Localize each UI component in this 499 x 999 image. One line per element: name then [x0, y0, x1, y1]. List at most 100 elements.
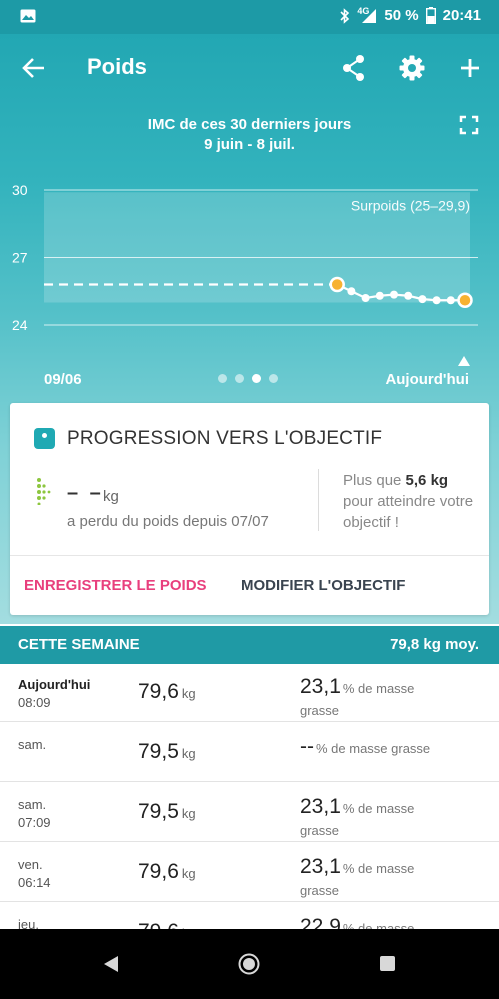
week-section-header: CETTE SEMAINE 79,8 kg moy.: [0, 626, 499, 664]
weight-entries-list[interactable]: Aujourd'hui 08:09 79,6 kg 23,1% de masse gra…: [0, 664, 499, 929]
data-point: [390, 290, 398, 299]
entry-weight: 79,6kg: [138, 860, 196, 884]
fullscreen-icon[interactable]: [459, 115, 479, 135]
image-notification-icon: [20, 9, 36, 23]
goal-amount: 5,6 kg: [405, 472, 449, 489]
entry-weight: 79,5 kg: [138, 800, 196, 824]
goal-prefix: Plus que: [343, 472, 406, 489]
entry-time: 08:09: [18, 695, 51, 710]
page-dot[interactable]: [218, 374, 227, 383]
entry-fat-value: 23,1: [300, 675, 341, 698]
highlighted-data-point: [457, 292, 473, 308]
entry-body-fat: 23,1% de masse grasse: [300, 855, 440, 901]
entry-weight-value: 79,6: [138, 680, 179, 703]
entry-weight: 79,5 kg: [138, 740, 196, 764]
clock: 20:41: [442, 7, 481, 24]
page-dot[interactable]: [269, 374, 278, 383]
goal-suffix: pour atteindre votre objectif !: [343, 493, 474, 531]
goal-progress-card: PROGRESSION VERS L'OBJECTIF – – kg a per…: [10, 403, 489, 615]
table-row[interactable]: sam. 07:09 79,5 kg 23,1% de masse grasse: [0, 784, 499, 842]
week-title: CETTE SEMAINE: [18, 636, 140, 653]
system-navigation-bar: [0, 929, 499, 999]
entry-fat-value: 22,9: [300, 915, 341, 929]
entry-day: ven. 06:14: [18, 856, 51, 892]
x-axis-end-label: Aujourd'hui: [385, 371, 469, 388]
nav-recents-icon[interactable]: [380, 956, 395, 971]
entry-weight-unit: kg: [181, 686, 196, 701]
app-bar: Poids: [0, 34, 499, 102]
entry-weight-value: 79,6: [138, 920, 179, 929]
entry-time: 07:09: [18, 815, 51, 830]
divider: [318, 469, 319, 531]
table-row[interactable]: Aujourd'hui 08:09 79,6 kg 23,1% de masse gra…: [0, 664, 499, 722]
entry-day-label: Aujourd'hui: [18, 677, 91, 692]
entry-day: sam.: [18, 736, 46, 754]
y-tick-label: 24: [12, 317, 28, 333]
edit-goal-button[interactable]: MODIFIER L'OBJECTIF: [241, 577, 405, 594]
entry-weight: 79,6kg: [138, 680, 196, 704]
week-average: 79,8 kg moy.: [390, 636, 479, 653]
entry-weight: 79,6kg: [138, 920, 196, 929]
table-row[interactable]: ven. 06:14 79,6 kg 23,1% de masse grasse: [0, 844, 499, 902]
page-dot[interactable]: [235, 374, 244, 383]
entry-day: Aujourd'hui 08:09: [18, 676, 90, 712]
entry-weight-unit: kg: [181, 866, 196, 881]
entry-fat-unit: % de masse grasse: [316, 741, 431, 756]
entry-weight-value: 79,5: [138, 800, 179, 823]
weight-lost-unit: kg: [103, 488, 119, 505]
entry-day-label: sam.: [18, 737, 47, 752]
settings-gear-icon[interactable]: [398, 54, 426, 82]
entry-day-label: jeu.: [18, 917, 39, 929]
log-weight-button[interactable]: ENREGISTRER LE POIDS: [24, 577, 207, 594]
y-tick-label: 30: [12, 182, 28, 198]
signal-icon: 4G: [357, 6, 377, 24]
page-indicator[interactable]: [218, 374, 278, 383]
data-point: [361, 294, 370, 302]
entry-day: sam. 07:09: [18, 796, 51, 832]
data-point: [347, 287, 356, 296]
entry-weight-value: 79,6: [138, 860, 179, 883]
weight-lost-caption: a perdu du poids depuis 07/07: [67, 513, 269, 530]
entry-day-label: ven.: [18, 857, 43, 872]
chart-title-line1: IMC de ces 30 derniers jours: [147, 116, 352, 133]
status-bar: 4G 50 % 20:41: [0, 0, 499, 34]
page-title: Poids: [87, 54, 147, 79]
nav-home-icon[interactable]: [238, 953, 260, 975]
entry-fat-value: 23,1: [300, 795, 341, 818]
table-row[interactable]: jeu. 79,6kg 22,9% de masse grasse: [0, 904, 499, 929]
weight-trend-icon: [37, 478, 51, 505]
band-label: Surpoids (25–29,9): [351, 197, 470, 213]
share-icon[interactable]: [340, 54, 368, 82]
entry-weight-value: 79,5: [138, 740, 179, 763]
data-point: [418, 295, 427, 304]
entry-weight-unit: kg: [181, 806, 196, 821]
bmi-chart[interactable]: 30 27 24 Surpoids (25–29,9): [0, 170, 499, 350]
entry-fat-value: --: [300, 735, 314, 758]
card-title: PROGRESSION VERS L'OBJECTIF: [67, 428, 383, 449]
data-point: [446, 296, 455, 305]
divider: [10, 555, 489, 556]
add-icon[interactable]: [456, 54, 484, 82]
back-arrow-icon[interactable]: [20, 54, 48, 82]
entry-day: jeu.: [18, 916, 39, 929]
entry-body-fat: --% de masse grasse: [300, 735, 440, 759]
y-tick-label: 27: [12, 250, 28, 266]
nav-back-icon[interactable]: [102, 955, 120, 973]
entry-time: 06:14: [18, 875, 51, 890]
entry-body-fat: 22,9% de masse grasse: [300, 915, 440, 929]
scale-icon: [34, 428, 55, 449]
chart-date-range: 9 juin - 8 juil.: [204, 136, 295, 153]
table-row[interactable]: sam. 79,5 kg --% de masse grasse: [0, 724, 499, 782]
data-point: [375, 291, 384, 300]
battery-icon: [425, 7, 436, 24]
data-point: [404, 291, 413, 300]
entry-day-label: sam.: [18, 797, 47, 812]
x-axis-start-label: 09/06: [44, 371, 82, 388]
weight-lost-value: – –: [67, 482, 104, 504]
goal-remaining-text: Plus que 5,6 kg pour atteindre votre obj…: [343, 470, 483, 533]
triangle-up-icon: [458, 356, 470, 366]
entry-fat-value: 23,1: [300, 855, 341, 878]
chart-title: IMC de ces 30 derniers jours 9 juin - 8 …: [0, 115, 499, 155]
data-point: [432, 296, 441, 305]
page-dot[interactable]: [252, 374, 261, 383]
